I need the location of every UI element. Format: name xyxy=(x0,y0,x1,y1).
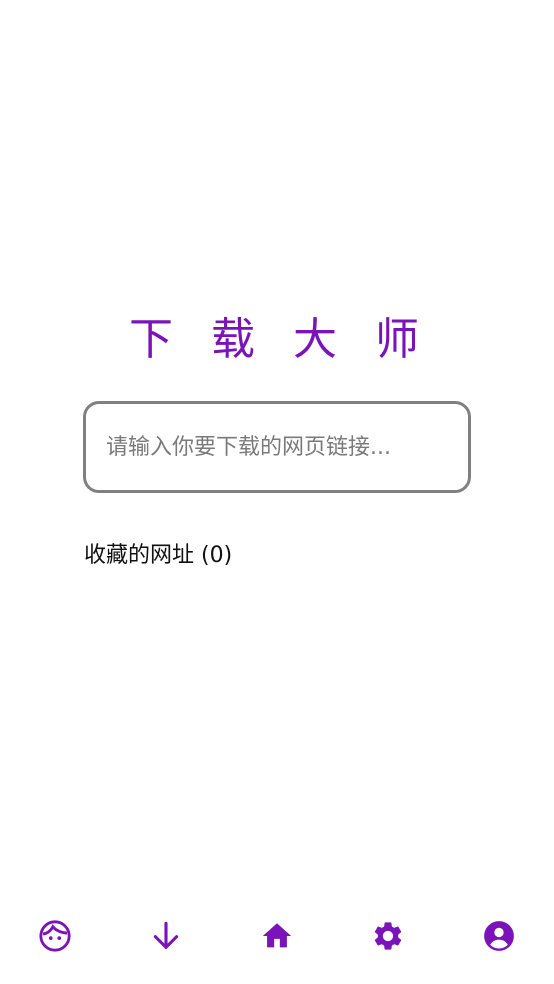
nav-settings[interactable] xyxy=(360,908,416,964)
gear-icon xyxy=(374,922,402,950)
account-circle-icon xyxy=(483,921,514,951)
face-icon xyxy=(39,920,71,952)
nav-account[interactable] xyxy=(471,908,527,964)
nav-face[interactable] xyxy=(27,908,83,964)
app-title: 下 载 大 师 xyxy=(129,314,431,365)
favorites-label[interactable]: 收藏的网址 (0) xyxy=(84,540,232,572)
app-screen: 下 载 大 师 收藏的网址 (0) xyxy=(0,0,554,984)
bottom-navigation xyxy=(0,892,554,984)
nav-home[interactable] xyxy=(249,908,305,964)
url-input[interactable] xyxy=(104,433,450,461)
download-arrow-icon xyxy=(154,921,179,949)
home-icon xyxy=(262,923,292,948)
url-input-box[interactable] xyxy=(83,401,471,493)
nav-download[interactable] xyxy=(138,908,194,964)
